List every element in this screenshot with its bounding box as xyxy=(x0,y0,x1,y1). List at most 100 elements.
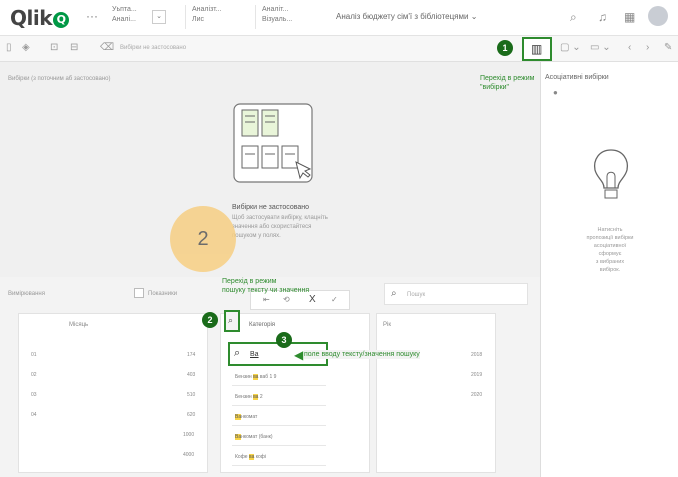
cancel-selection-icon[interactable]: X xyxy=(309,294,316,305)
field-card-year[interactable]: Рік 2018 2019 2020 xyxy=(376,313,496,473)
nav-dropdown-3[interactable]: Аналіт... Візуаль... xyxy=(255,5,323,29)
nav-dropdown-2[interactable]: Аналізт... Лис xyxy=(185,5,245,29)
app-title-dropdown[interactable]: Аналіз бюджету сім'ї з бібліотецями ⌄ xyxy=(336,12,477,21)
bookmark-icon[interactable]: ▯ xyxy=(6,42,12,53)
clear-icon[interactable]: ⌫ xyxy=(100,42,114,53)
select-tool-icon[interactable]: ⊡ xyxy=(50,42,58,53)
empty-selections-text-2: значення або скористайтеся xyxy=(232,224,312,230)
fields-search-input[interactable]: ⌕ Пошук xyxy=(384,283,528,305)
annotation-badge-1: 1 xyxy=(497,40,513,56)
list-item-value: 620 xyxy=(187,412,196,418)
associative-info-line1: Натисніть xyxy=(597,227,623,233)
annotation-note-1-line1: Перехід в режим xyxy=(480,75,535,82)
associative-info-line4: сформує xyxy=(598,251,622,257)
associative-info-line3: асоціативної xyxy=(593,243,627,249)
edit-icon[interactable]: ✎ xyxy=(664,42,672,53)
measures-checkbox-label: Показники xyxy=(148,291,178,297)
selection-toolbar: ▯ ◈ ⊡ ⊟ ⌫ Вибірки не застосовано 1 ▥ ▢ ⌄… xyxy=(0,36,678,62)
lasso-icon[interactable]: ⊟ xyxy=(70,42,78,53)
grid-icon[interactable]: ▦ xyxy=(624,10,635,24)
nav-dropdown-2-line2: Лис xyxy=(192,16,205,23)
associative-info-line6: вибірок. xyxy=(599,267,621,273)
list-item-value: 174 xyxy=(187,352,196,358)
search-icon: ⌕ xyxy=(391,288,397,299)
list-item[interactable]: Бензин ва 2 xyxy=(232,388,326,406)
step-number-marker: 2 xyxy=(170,206,236,272)
annotation-note-1: Перехід в режим "вибірки" xyxy=(480,74,534,92)
search-icon[interactable]: ⌕ xyxy=(570,10,577,25)
bell-icon[interactable]: ♫ xyxy=(598,10,607,24)
list-item-value: 510 xyxy=(187,392,196,398)
next-icon[interactable]: › xyxy=(646,42,649,53)
sheet-icon[interactable]: ▢ ⌄ xyxy=(560,42,581,53)
empty-selections-text-1: Щоб застосувати вибірку, клацніть xyxy=(232,215,328,221)
nav-dropdown-2-line1: Аналізт... xyxy=(192,6,222,13)
info-icon[interactable]: ● xyxy=(553,88,558,97)
fields-label: Вимірювання xyxy=(8,291,45,297)
selections-mode-button[interactable]: ▥ xyxy=(522,37,552,61)
annotation-badge-2: 2 xyxy=(202,312,218,328)
more-icon[interactable]: ··· xyxy=(86,9,98,23)
confirm-selection-icon[interactable]: ✓ xyxy=(331,295,338,304)
bar-chart-icon: ▥ xyxy=(531,42,543,56)
list-item[interactable]: Ванкомат xyxy=(232,408,326,426)
selection-hint: Вибірки не застосовано xyxy=(120,45,187,51)
display-icon[interactable]: ▭ ⌄ xyxy=(590,42,611,53)
annotation-note-2: Перехід в режим пошуку тексту чи значенн… xyxy=(222,277,309,295)
chevron-down-icon: ⌄ xyxy=(470,12,478,21)
empty-selections-title: Вибірки не застосовано xyxy=(232,204,310,211)
search-icon: ⌕ xyxy=(228,315,234,325)
logo-text: Qlik xyxy=(10,6,53,30)
associative-info-text: Натисніть пропозиції вибірки асоціативно… xyxy=(553,226,667,274)
search-mode-button[interactable]: ⌕ xyxy=(224,310,240,332)
lightbulb-icon xyxy=(593,149,629,199)
list-item[interactable]: 2020 xyxy=(471,392,482,398)
associative-panel-title: Асоціативні вибірки xyxy=(545,74,609,81)
logo-mark-icon: Q xyxy=(53,12,70,28)
list-item[interactable]: Бензин ва ваб 1 9 xyxy=(232,368,326,386)
associative-info-line5: з вибраних xyxy=(595,259,625,265)
nav-dropdown-3-line1: Аналіт... xyxy=(262,6,289,13)
associative-panel: Асоціативні вибірки ● Натисніть пропозиц… xyxy=(540,62,678,477)
field-year-header: Рік xyxy=(383,322,391,328)
undo-icon[interactable]: ⟲ xyxy=(283,295,290,304)
nav-dropdown-3-line2: Візуаль... xyxy=(262,16,293,23)
annotation-note-2-line1: Перехід в режим xyxy=(222,278,277,285)
nav-dropdown-1[interactable]: Уьпта... Аналі... ⌄ xyxy=(112,5,168,29)
chevron-down-icon: ⌄ xyxy=(152,10,166,24)
search-in-listbox-icon[interactable]: ⇤ xyxy=(263,295,270,304)
field-month-header: Місяць xyxy=(69,322,89,328)
list-item[interactable]: 01 xyxy=(31,352,37,358)
measures-checkbox[interactable] xyxy=(134,288,144,298)
empty-selections-text-3: пошуком у полях. xyxy=(232,233,281,239)
list-item-value: 1000 xyxy=(183,432,195,438)
annotation-note-1-line2: "вибірки" xyxy=(480,84,510,91)
listbox-search-text: Ва xyxy=(250,351,259,358)
list-item[interactable]: 2019 xyxy=(471,372,482,378)
list-item[interactable]: 2018 xyxy=(471,352,482,358)
search-icon: ⌕ xyxy=(234,347,241,359)
list-item[interactable]: Кофе ва кофі xyxy=(232,448,326,466)
prev-icon[interactable]: ‹ xyxy=(628,42,631,53)
list-item-value: 403 xyxy=(187,372,196,378)
top-bar: Qlik Q ··· Уьпта... Аналі... ⌄ Аналізт...… xyxy=(0,0,678,36)
fields-search-placeholder: Пошук xyxy=(407,292,426,298)
list-item[interactable]: 02 xyxy=(31,372,37,378)
list-item-value: 4000 xyxy=(183,452,195,458)
avatar[interactable] xyxy=(648,6,668,26)
associative-info-line2: пропозиції вибірки xyxy=(586,235,634,241)
pin-icon[interactable]: ◈ xyxy=(22,42,30,53)
list-item[interactable]: 04 xyxy=(31,412,37,418)
selections-label: Вибірки (з поточним аб застосовано) xyxy=(8,76,111,82)
app-title: Аналіз бюджету сім'ї з бібліотецями xyxy=(336,12,469,21)
annotation-note-2-line2: пошуку тексту чи значення xyxy=(222,287,310,294)
field-category-header: Категорія xyxy=(249,322,276,328)
field-card-month[interactable]: Місяць 01 02 03 04 174 403 510 620 1000 … xyxy=(18,313,208,473)
qlik-logo[interactable]: Qlik Q xyxy=(10,6,70,30)
annotation-badge-3: 3 xyxy=(276,332,292,348)
selections-illustration-icon xyxy=(233,103,313,183)
list-item[interactable]: 03 xyxy=(31,392,37,398)
annotation-note-3: поле вводу тексту/значення пошуку xyxy=(304,350,420,359)
arrow-left-icon: ◀ xyxy=(294,348,304,362)
list-item[interactable]: Ванкомат (банк) xyxy=(232,428,326,446)
